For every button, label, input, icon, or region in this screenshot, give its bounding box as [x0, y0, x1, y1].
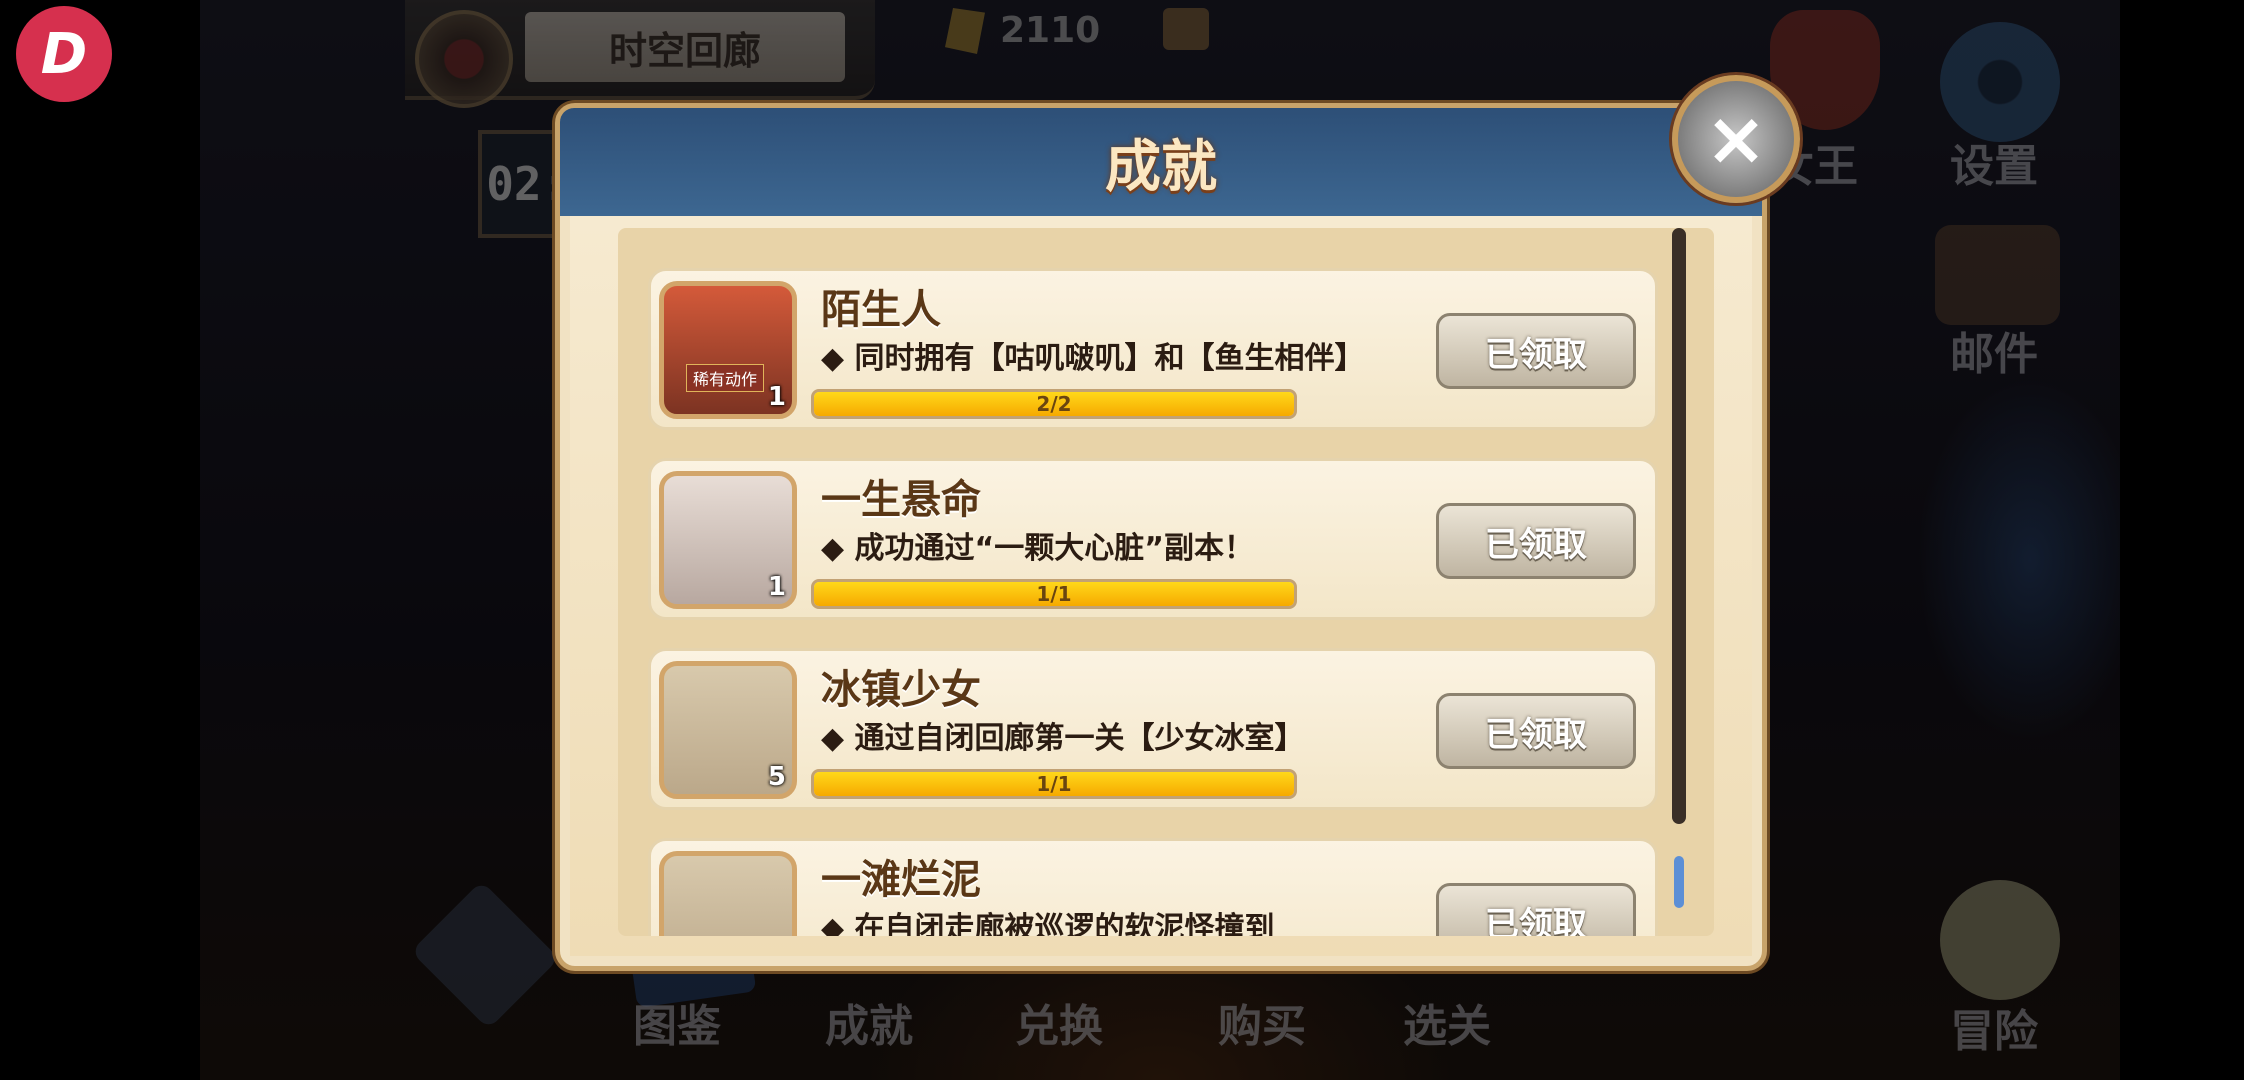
- list-item: 稀有动作 1 陌生人 ◆ 同时拥有【咕叽啵叽】和【鱼生相伴】 2/2 已领取: [648, 268, 1658, 430]
- achievement-description: ◆ 同时拥有【咕叽啵叽】和【鱼生相伴】: [821, 341, 1365, 376]
- progress-text: 2/2: [1036, 392, 1072, 416]
- list-item: 一滩烂泥 ◆ 在自闭走廊被巡逻的软泥怪撞到 已领取: [648, 838, 1658, 936]
- reward-count: 1: [767, 382, 786, 412]
- progress-bar: 2/2: [811, 389, 1297, 419]
- list-item: 1 一生悬命 ◆ 成功通过“一颗大心脏”副本！ 1/1 已领取: [648, 458, 1658, 620]
- progress-bar: 1/1: [811, 579, 1297, 609]
- claimed-button[interactable]: 已领取: [1436, 883, 1636, 936]
- achievement-description: ◆ 在自闭走廊被巡逻的软泥怪撞到: [821, 911, 1275, 936]
- claimed-button[interactable]: 已领取: [1436, 313, 1636, 389]
- achievement-dialog: 成就 稀有动作 1 陌生人 ◆ 同时拥有【咕叽啵叽】和【鱼生相伴】 2/2 已领…: [555, 103, 1767, 971]
- progress-bar: 1/1: [811, 769, 1297, 799]
- list-item: 5 冰镇少女 ◆ 通过自闭回廊第一关【少女冰室】 1/1 已领取: [648, 648, 1658, 810]
- reward-thumbnail: 5: [659, 661, 797, 799]
- reward-count: 1: [767, 572, 786, 602]
- achievement-description: ◆ 成功通过“一颗大心脏”副本！: [821, 531, 1254, 566]
- achievement-name: 一滩烂泥: [821, 857, 981, 903]
- dialog-header: 成就: [560, 108, 1762, 216]
- dialog-title: 成就: [1105, 134, 1217, 200]
- close-icon[interactable]: ×: [1672, 75, 1800, 203]
- claimed-button[interactable]: 已领取: [1436, 503, 1636, 579]
- progress-text: 1/1: [1036, 772, 1072, 796]
- reward-label: 稀有动作: [686, 364, 765, 392]
- reward-count: 5: [767, 762, 786, 792]
- app-logo-icon: D: [16, 6, 112, 102]
- achievement-name: 冰镇少女: [821, 667, 981, 713]
- achievement-list[interactable]: 稀有动作 1 陌生人 ◆ 同时拥有【咕叽啵叽】和【鱼生相伴】 2/2 已领取 1…: [618, 228, 1714, 936]
- scrollbar-track[interactable]: [1672, 228, 1686, 824]
- claimed-button[interactable]: 已领取: [1436, 693, 1636, 769]
- achievement-description: ◆ 通过自闭回廊第一关【少女冰室】: [821, 721, 1305, 756]
- achievement-name: 一生悬命: [821, 477, 981, 523]
- reward-thumbnail: 稀有动作 1: [659, 281, 797, 419]
- reward-thumbnail: [659, 851, 797, 936]
- achievement-name: 陌生人: [821, 287, 941, 333]
- reward-thumbnail: 1: [659, 471, 797, 609]
- progress-text: 1/1: [1036, 582, 1072, 606]
- scrollbar-thumb[interactable]: [1674, 856, 1684, 908]
